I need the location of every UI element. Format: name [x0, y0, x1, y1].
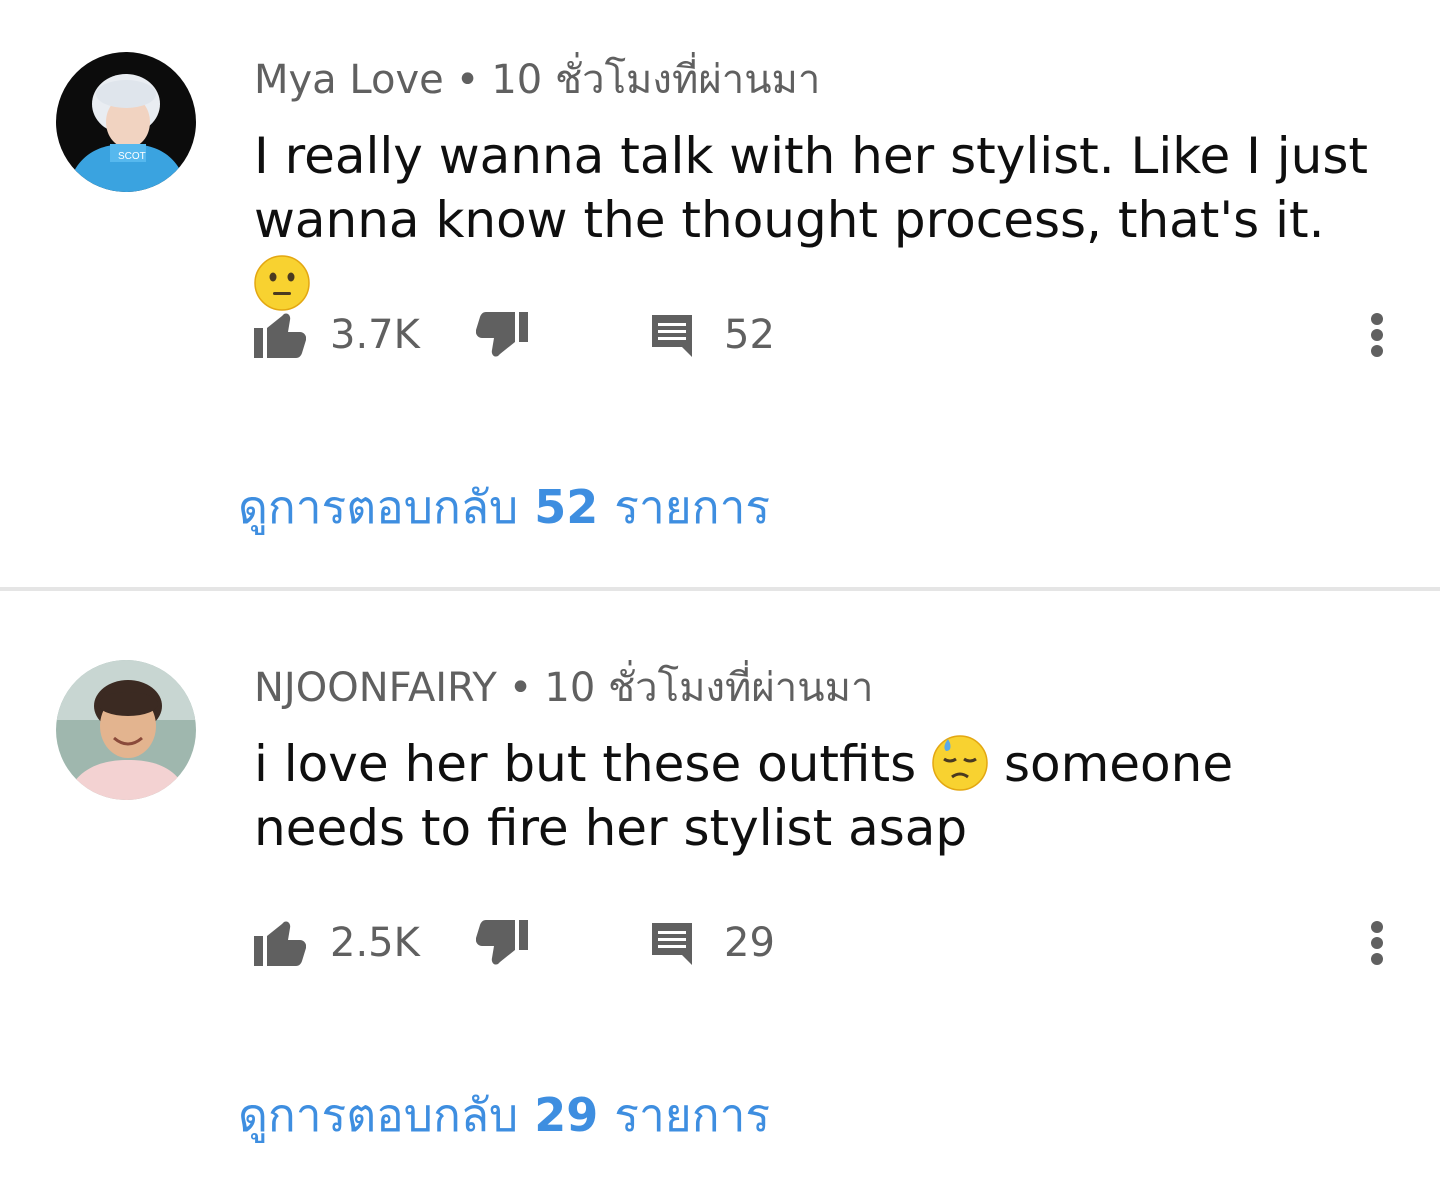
avatar[interactable]: SCOT — [56, 52, 196, 192]
comment-icon — [652, 923, 692, 965]
comment-time: 10 ชั่วโมงที่ผ่านมา — [491, 57, 821, 103]
like-count: 3.7K — [330, 312, 420, 358]
reply-count: 52 — [724, 312, 775, 358]
reply-count-button[interactable]: 29 — [648, 908, 775, 978]
view-replies-link[interactable]: ดูการตอบกลับ 52 รายการ — [238, 472, 770, 542]
view-replies-count: 52 — [534, 480, 599, 534]
comment-thread: SCOT Mya Love • 10 ชั่วโมงที่ผ่านมา I real… — [0, 0, 1440, 588]
more-options-button[interactable] — [1354, 908, 1400, 978]
dislike-button[interactable] — [476, 300, 528, 370]
like-button[interactable]: 3.7K — [254, 300, 420, 370]
reply-count-button[interactable]: 52 — [648, 300, 775, 370]
comment-text: i love her but these outfits someone nee… — [254, 732, 1374, 860]
meta-separator: • — [455, 57, 480, 103]
view-replies-prefix: ดูการตอบกลับ — [238, 1088, 519, 1142]
view-replies-suffix: รายการ — [614, 1088, 771, 1142]
more-vert-icon — [1371, 921, 1383, 965]
reply-count: 29 — [724, 920, 775, 966]
thumbs-down-icon — [476, 312, 528, 357]
dislike-button[interactable] — [476, 908, 528, 978]
view-replies-link[interactable]: ดูการตอบกลับ 29 รายการ — [238, 1080, 770, 1150]
view-replies-suffix: รายการ — [614, 480, 771, 534]
author-name[interactable]: Mya Love — [254, 57, 444, 103]
comment-text: I really wanna talk with her stylist. Li… — [254, 124, 1374, 316]
comment-time: 10 ชั่วโมงที่ผ่านมา — [544, 665, 874, 711]
comment-actions: 2.5K 29 — [254, 908, 1404, 978]
like-button[interactable]: 2.5K — [254, 908, 420, 978]
comment-meta: NJOONFAIRY • 10 ชั่วโมงที่ผ่านมา — [254, 660, 873, 716]
comment-actions: 3.7K 52 — [254, 300, 1404, 370]
comment-body-before: i love her but these outfits — [254, 735, 917, 793]
thumbs-down-icon — [476, 920, 528, 965]
like-count: 2.5K — [330, 920, 420, 966]
more-options-button[interactable] — [1354, 300, 1400, 370]
thumbs-up-icon — [254, 313, 306, 358]
thumbs-up-icon — [254, 921, 306, 966]
meta-separator: • — [508, 665, 533, 711]
comment-body: I really wanna talk with her stylist. Li… — [254, 127, 1368, 249]
author-name[interactable]: NJOONFAIRY — [254, 665, 497, 711]
more-vert-icon — [1371, 313, 1383, 357]
svg-text:SCOT: SCOT — [118, 151, 146, 162]
avatar[interactable] — [56, 660, 196, 800]
downcast-face-with-sweat-emoji — [932, 735, 988, 791]
view-replies-prefix: ดูการตอบกลับ — [238, 480, 519, 534]
comment-thread: NJOONFAIRY • 10 ชั่วโมงที่ผ่านมา i love he… — [0, 592, 1440, 1191]
comment-divider — [0, 587, 1440, 591]
view-replies-count: 29 — [534, 1088, 599, 1142]
comment-icon — [652, 315, 692, 357]
comment-meta: Mya Love • 10 ชั่วโมงที่ผ่านมา — [254, 52, 820, 108]
